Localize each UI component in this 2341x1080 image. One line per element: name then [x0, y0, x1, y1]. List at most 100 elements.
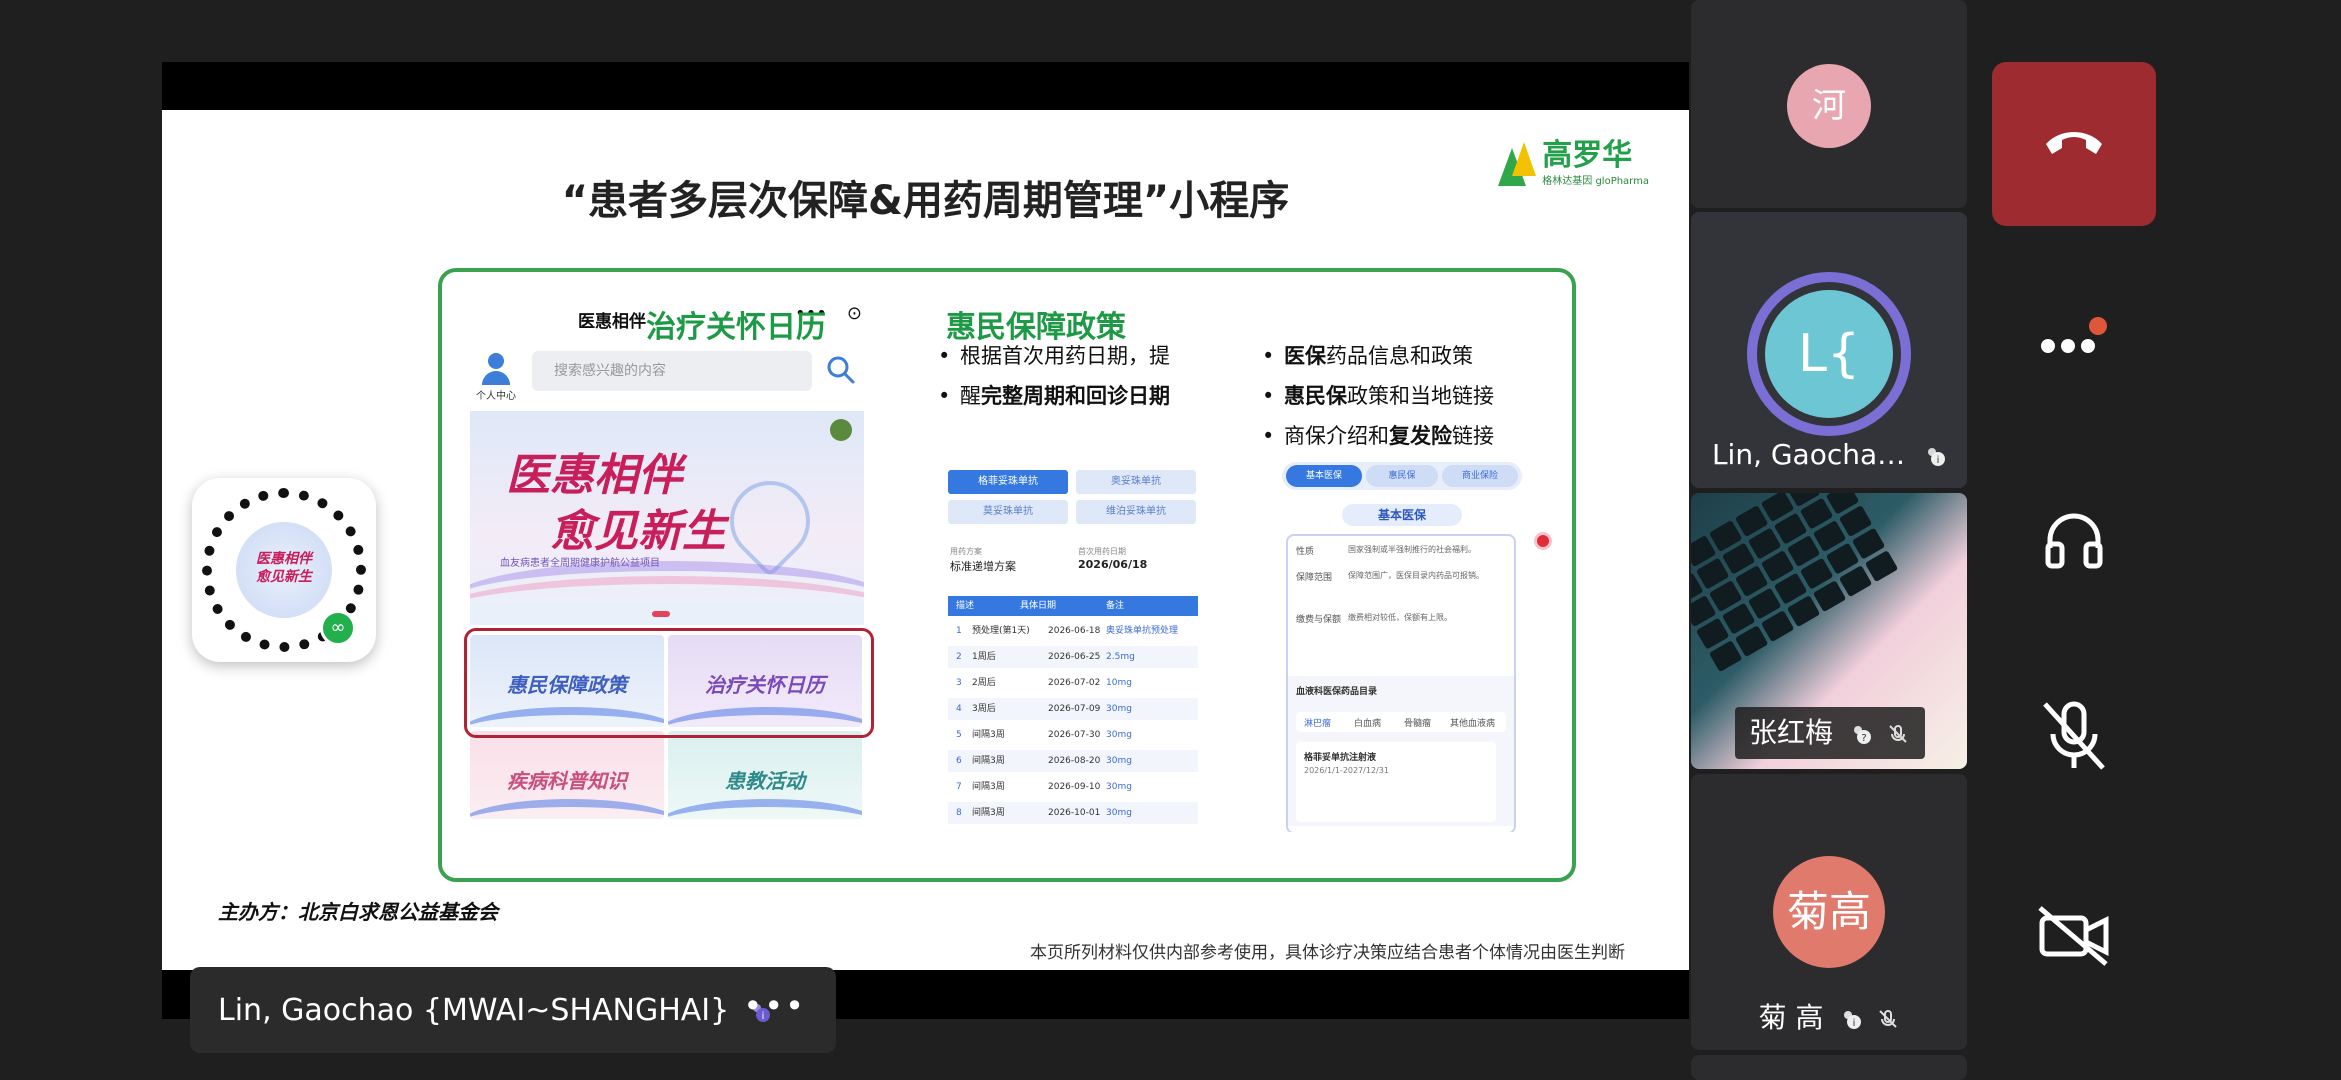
table-cell: 30mg	[1106, 756, 1132, 766]
card-line: 保障范围	[1296, 573, 1333, 583]
participant-name: 菊 高 i	[1691, 996, 1967, 1036]
table-cell: 间隔3周	[972, 730, 1005, 740]
participant-tile[interactable]: 张红梅 ?	[1691, 493, 1967, 769]
table-cell: 2026-10-01	[1048, 808, 1101, 818]
miniprogram-icon: ∞	[320, 610, 356, 646]
participant-tile[interactable]: 河	[1691, 0, 1967, 208]
participant-tile[interactable]: 菊高 菊 高 i	[1691, 774, 1967, 1050]
table-cell: 1周后	[972, 652, 996, 662]
drug-period: 2026/1/1-2027/12/31	[1304, 766, 1389, 775]
participant-tile[interactable]	[1691, 1055, 1967, 1080]
mute-button[interactable]	[1992, 676, 2156, 796]
drug-tab: 奥妥珠单抗	[1076, 470, 1196, 494]
table-cell: 2026-09-10	[1048, 782, 1101, 792]
calendar-mockup: 格菲妥珠单抗 奥妥珠单抗 莫妥珠单抗 维泊妥珠单抗 用药方案 标准递增方案 首次…	[948, 470, 1198, 835]
table-cell: 间隔3周	[972, 808, 1005, 818]
presenter-name-bar[interactable]: Lin, Gaochao {MWAI~SHANGHAI} i •••	[190, 967, 836, 1053]
end-call-button[interactable]	[1992, 62, 2156, 226]
card-line: 缴费与保额	[1296, 615, 1342, 625]
drug-tab: 格菲妥珠单抗	[948, 470, 1068, 494]
table-row: 1 预处理(第1天) 2026-06-18 奥妥珠单抗预处理	[948, 620, 1198, 642]
banner-line1: 医惠相伴	[506, 450, 682, 501]
search-input: 搜索感兴趣的内容	[532, 351, 812, 391]
logo-name: 高罗华	[1542, 138, 1633, 173]
catalog-tab: 其他血液病	[1450, 719, 1496, 729]
calendar-bullet-cont: 醒完整周期和回诊日期	[938, 376, 1238, 416]
table-cell: 30mg	[1106, 782, 1132, 792]
audio-button[interactable]	[1992, 480, 2156, 600]
muted-mic-icon	[1879, 1010, 1898, 1028]
policy-chip: 基本医保	[1286, 465, 1362, 487]
participant-name: Lin, Gaocha… i	[1691, 438, 1967, 471]
svg-text:?: ?	[1861, 733, 1866, 744]
policy-bullet: 医保药品信息和政策	[1262, 336, 1582, 376]
promo-banner: 医惠相伴 愈见新生 血友病患者全周期健康护航公益项目	[470, 411, 864, 625]
policy-tabs: 基本医保 惠民保 商业保险	[1282, 462, 1522, 490]
table-cell: 2.5mg	[1106, 652, 1135, 662]
catalog-tab: 淋巴瘤	[1304, 719, 1332, 729]
highlight-outline	[464, 628, 874, 738]
svg-text:i: i	[1853, 1018, 1856, 1029]
table-cell: 2026-07-09	[1048, 704, 1101, 714]
table-cell: 4	[956, 704, 962, 714]
table-cell: 7	[956, 782, 962, 792]
participant-tile[interactable]: L{ Lin, Gaocha… i	[1691, 212, 1967, 488]
logo-subtitle: 格林达基因 gloPharma	[1542, 176, 1649, 187]
more-options-button[interactable]: •••	[743, 987, 806, 1025]
table-cell: 3	[956, 678, 962, 688]
table-row: 7 间隔3周 2026-09-10 30mg	[948, 776, 1198, 798]
card-line: 保障范围广，医保目录内药品可报销。	[1348, 571, 1484, 580]
table-cell: 30mg	[1106, 704, 1132, 714]
policy-bullets: 医保药品信息和政策 惠民保政策和当地链接 商保介绍和复发险链接	[1262, 336, 1582, 456]
laser-pointer	[1534, 532, 1552, 550]
banner-indicator	[652, 611, 670, 617]
policy-bullet: 惠民保政策和当地链接	[1262, 376, 1582, 416]
headphones-icon	[2045, 513, 2103, 569]
policy-bullet: 商保介绍和复发险链接	[1262, 416, 1582, 456]
heart-graphic	[713, 464, 827, 578]
table-row: 4 3周后 2026-07-09 30mg	[948, 698, 1198, 720]
mic-off-icon	[2043, 701, 2105, 770]
more-icon	[2041, 317, 2107, 353]
meeting-window: “患者多层次保障&用药周期管理”小程序 高罗华 格林达基因 gloPharma …	[0, 0, 2341, 1080]
tile-knowledge: 疾病科普知识	[470, 731, 664, 819]
plan-value: 标准递增方案	[950, 560, 1016, 573]
muted-mic-icon	[1889, 725, 1907, 743]
table-cell: 奥妥珠单抗预处理	[1106, 626, 1179, 636]
qr-center-logo: 医惠相伴 愈见新生	[236, 522, 332, 618]
catalog-tab: 骨髓瘤	[1404, 719, 1432, 729]
table-row: 6 间隔3周 2026-08-20 30mg	[948, 750, 1198, 772]
plan-label: 用药方案	[950, 547, 982, 556]
policy-heading: 基本医保	[1342, 504, 1462, 526]
table-cell: 2026-08-20	[1048, 756, 1101, 766]
slide-title: “患者多层次保障&用药周期管理”小程序	[561, 178, 1290, 224]
drug-name: 格菲妥单抗注射液	[1304, 753, 1377, 763]
policy-chip: 惠民保	[1366, 465, 1438, 487]
drug-tab: 维泊妥珠单抗	[1076, 500, 1196, 524]
phone-mockup: 医惠相伴 ••• ⊙ 个人中心 搜索感兴趣的内容 医惠相伴 愈见新生 血友病患者…	[462, 295, 874, 875]
video-button[interactable]	[1992, 876, 2156, 996]
card-line: 性质	[1296, 547, 1315, 557]
svg-text:i: i	[1937, 455, 1940, 466]
table-row: 8 间隔3周 2026-10-01 30mg	[948, 802, 1198, 824]
date-value: 2026/06/18	[1078, 558, 1148, 571]
avatar: 河	[1787, 64, 1871, 148]
catalog-tab: 白血病	[1354, 719, 1382, 729]
record-icon: ⊙	[846, 303, 862, 324]
table-row: 3 2周后 2026-07-02 10mg	[948, 672, 1198, 694]
card-line: 缴费相对较低，保额有上限。	[1348, 613, 1452, 622]
table-cell: 间隔3周	[972, 756, 1005, 766]
tile-label: 疾病科普知识	[507, 769, 627, 793]
table-cell: 2周后	[972, 678, 996, 688]
more-button[interactable]	[1992, 280, 2156, 400]
table-header: 描述 具体日期 备注	[948, 596, 1198, 616]
table-cell: 2026-06-25	[1048, 652, 1101, 662]
policy-card: 性质 国家强制或半强制推行的社会福利。 保障范围 保障范围广，医保目录内药品可报…	[1286, 534, 1516, 832]
table-cell: 10mg	[1106, 678, 1132, 688]
table-cell: 6	[956, 756, 962, 766]
calendar-section-title: 治疗关怀日历	[646, 310, 826, 345]
user-icon	[488, 353, 504, 369]
hang-up-icon	[2046, 132, 2102, 154]
table-row: 5 间隔3周 2026-07-30 30mg	[948, 724, 1198, 746]
table-cell: 30mg	[1106, 808, 1132, 818]
